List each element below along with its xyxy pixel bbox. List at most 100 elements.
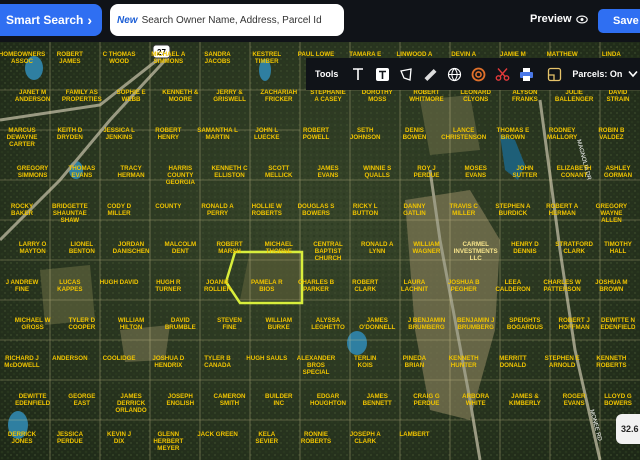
parcel-label: WINNIE S QUALLS: [363, 165, 391, 179]
new-tag: New: [117, 14, 138, 26]
parcel-label: JESSICA PERDUE: [57, 431, 84, 445]
parcels-toggle-label[interactable]: Parcels: On: [572, 69, 622, 79]
parcel-label: RICKY L BUTTON: [352, 203, 378, 217]
parcel-label: CRAIG G PERDUE: [413, 393, 440, 407]
parcel-label: CHARLES W PATTERSON: [543, 279, 581, 293]
preview-label: Preview: [530, 13, 572, 25]
parcel-label: COOLIDGE: [103, 355, 136, 362]
parcel-label: ROBERT J HOFFMAN: [559, 317, 591, 331]
text-icon[interactable]: [346, 62, 370, 86]
parcel-label: MICHAEL THORNE: [265, 241, 293, 255]
parcel-label: JOSEPH ENGLISH: [167, 393, 195, 407]
parcel-label: HUGH SAULS: [246, 355, 287, 362]
parcel-label: LARRY O MAYTON: [19, 241, 47, 255]
parcel-label: ARBORA WHITE: [462, 393, 490, 407]
parcel-label: DEWITTE N EDENFIELD: [600, 317, 636, 331]
parcel-label: CODY D MILLER: [107, 203, 131, 217]
parcel-label: ROBERT POWELL: [303, 127, 330, 141]
parcel-label: JACK GREEN: [197, 431, 238, 438]
parcel-label: KENNETH C ELLISTON: [211, 165, 248, 179]
parcel-label: DANNY GATLIN: [403, 203, 426, 217]
parcel-label: HARRIS COUNTY GEORGIA: [166, 165, 196, 186]
parcel-label: JESSICA L JENKINS: [103, 127, 135, 141]
parcel-label: GLENN HERBERT MEYER: [153, 431, 183, 452]
parcel-label: ROBERT JAMES: [57, 51, 83, 65]
search-input[interactable]: New Search Owner Name, Address, Parcel I…: [110, 4, 344, 36]
parcel-label: ROY J PERDUE: [414, 165, 440, 179]
polygon-icon[interactable]: [394, 62, 418, 86]
parcel-label: COUNTY: [155, 203, 182, 210]
scissors-icon[interactable]: [490, 62, 514, 86]
parcel-label: MERRITT DONALD: [499, 355, 527, 369]
search-placeholder: Search Owner Name, Address, Parcel Id: [141, 14, 322, 26]
parcel-label: HUGH R TURNER: [155, 279, 181, 293]
preview-toggle[interactable]: Preview: [530, 13, 588, 25]
smart-search-label: Smart Search: [6, 13, 84, 27]
parcel-label: ROCKY BAKER: [11, 203, 34, 217]
ruler-icon[interactable]: [418, 62, 442, 86]
parcel-label: KENNETH ROBERTS: [596, 355, 627, 369]
parcel-label: WILLIAM HILTON: [118, 317, 144, 331]
parcel-label: LEONARD CLYONS: [460, 89, 491, 103]
parcel-label: LUCAS KAPPES: [57, 279, 82, 293]
save-button[interactable]: Save: [598, 9, 640, 33]
text-box-icon[interactable]: [370, 62, 394, 86]
parcel-label: MICHAEL A SIMMONS: [151, 51, 186, 65]
parcel-label: ROBERT WHITMORE: [409, 89, 443, 103]
parcel-label: TRACY HERMAN: [117, 165, 145, 179]
zoom-readout: 32.6: [616, 414, 640, 444]
parcel-label: LLOYD G BOWERS: [604, 393, 632, 407]
parcel-label: ANDERSON: [52, 355, 88, 362]
chevron-down-icon[interactable]: [628, 70, 638, 78]
parcel-label: ELIZABETH CONANT: [557, 165, 592, 179]
parcel-label: STEPHANIE A CASEY: [310, 89, 345, 103]
parcel-label: JOHN L LUECKE: [254, 127, 279, 141]
parcel-label: HUGH DAVID: [100, 279, 139, 286]
parcel-label: RONNIE ROBERTS: [301, 431, 331, 445]
parcel-label: JOSHUA D HENDRIX: [152, 355, 184, 369]
target-icon[interactable]: [466, 62, 490, 86]
parcel-label: STEPHEN A BURDICK: [495, 203, 531, 217]
parcel-label: ROBERT MARSH: [216, 241, 242, 255]
parcel-label: FAMILY AS PROPERTIES: [62, 89, 102, 103]
parcel-label: J BENJAMIN BRUMBERG: [408, 317, 446, 331]
parcel-label: LAURA LACHNIT: [401, 279, 428, 293]
parcel-label: TYLER B CANADA: [204, 355, 231, 369]
globe-icon[interactable]: [442, 62, 466, 86]
layer-icon[interactable]: [542, 62, 566, 86]
parcel-label: PAUL LOWE: [298, 51, 335, 58]
parcel-label: DAVID STRAIN: [606, 89, 630, 103]
parcel-label: ALYSON FRANKS: [512, 89, 538, 103]
parcel-label: HOLLIE W ROBERTS: [252, 203, 282, 217]
parcel-label: DOUGLAS S BOWERS: [298, 203, 335, 217]
parcel-label: CENTRAL BAPTIST CHURCH: [313, 241, 343, 262]
parcel-label: RICHARD J McDOWELL: [4, 355, 40, 369]
parcel-label: HENRY D DENNIS: [511, 241, 539, 255]
zoom-value: 32.6: [621, 424, 639, 434]
save-label: Save: [613, 15, 639, 27]
parcel-label: KENNETH HUNTER: [449, 355, 479, 369]
parcel-label: JOSHUA M BROWN: [595, 279, 627, 293]
parcel-label: JERRY & GRISWELL: [213, 89, 246, 103]
parcel-label: TRAVIS C MILLER: [449, 203, 478, 217]
parcel-label: ROBERT A HERMAN: [546, 203, 579, 217]
parcel-label: ROGER EVANS: [563, 393, 586, 407]
parcel-label: RODNEY MALLORY: [547, 127, 578, 141]
parcel-label: DENIS BOWEN: [403, 127, 427, 141]
parcel-label: ROBERT HENRY: [155, 127, 181, 141]
parcel-label: KEITH D DRYDEN: [57, 127, 83, 141]
top-bar: Smart Search › New Search Owner Name, Ad…: [0, 0, 640, 42]
parcel-label: KESTREL TIMBER: [252, 51, 281, 65]
parcel-label: TYLER D COOPER: [68, 317, 95, 331]
parcel-label: THOMAS E BROWN: [497, 127, 530, 141]
smart-search-button[interactable]: Smart Search ›: [0, 4, 102, 36]
parcel-label: BENJAMIN J BRUMBERG: [457, 317, 495, 331]
parcel-label: ZACHARIAH FRICKER: [260, 89, 297, 103]
parcel-label: SANDRA JACOBS: [204, 51, 231, 65]
map-toolbar: Tools Parcels: On: [306, 58, 640, 90]
parcel-label: THOMAS EVANS: [68, 165, 95, 179]
parcel-label: JAMES BENNETT: [363, 393, 392, 407]
parcel-label: SCOTT MELLICK: [265, 165, 293, 179]
print-icon[interactable]: [514, 62, 538, 86]
parcel-label: MARCUS DEWAYNE CARTER: [7, 127, 38, 148]
